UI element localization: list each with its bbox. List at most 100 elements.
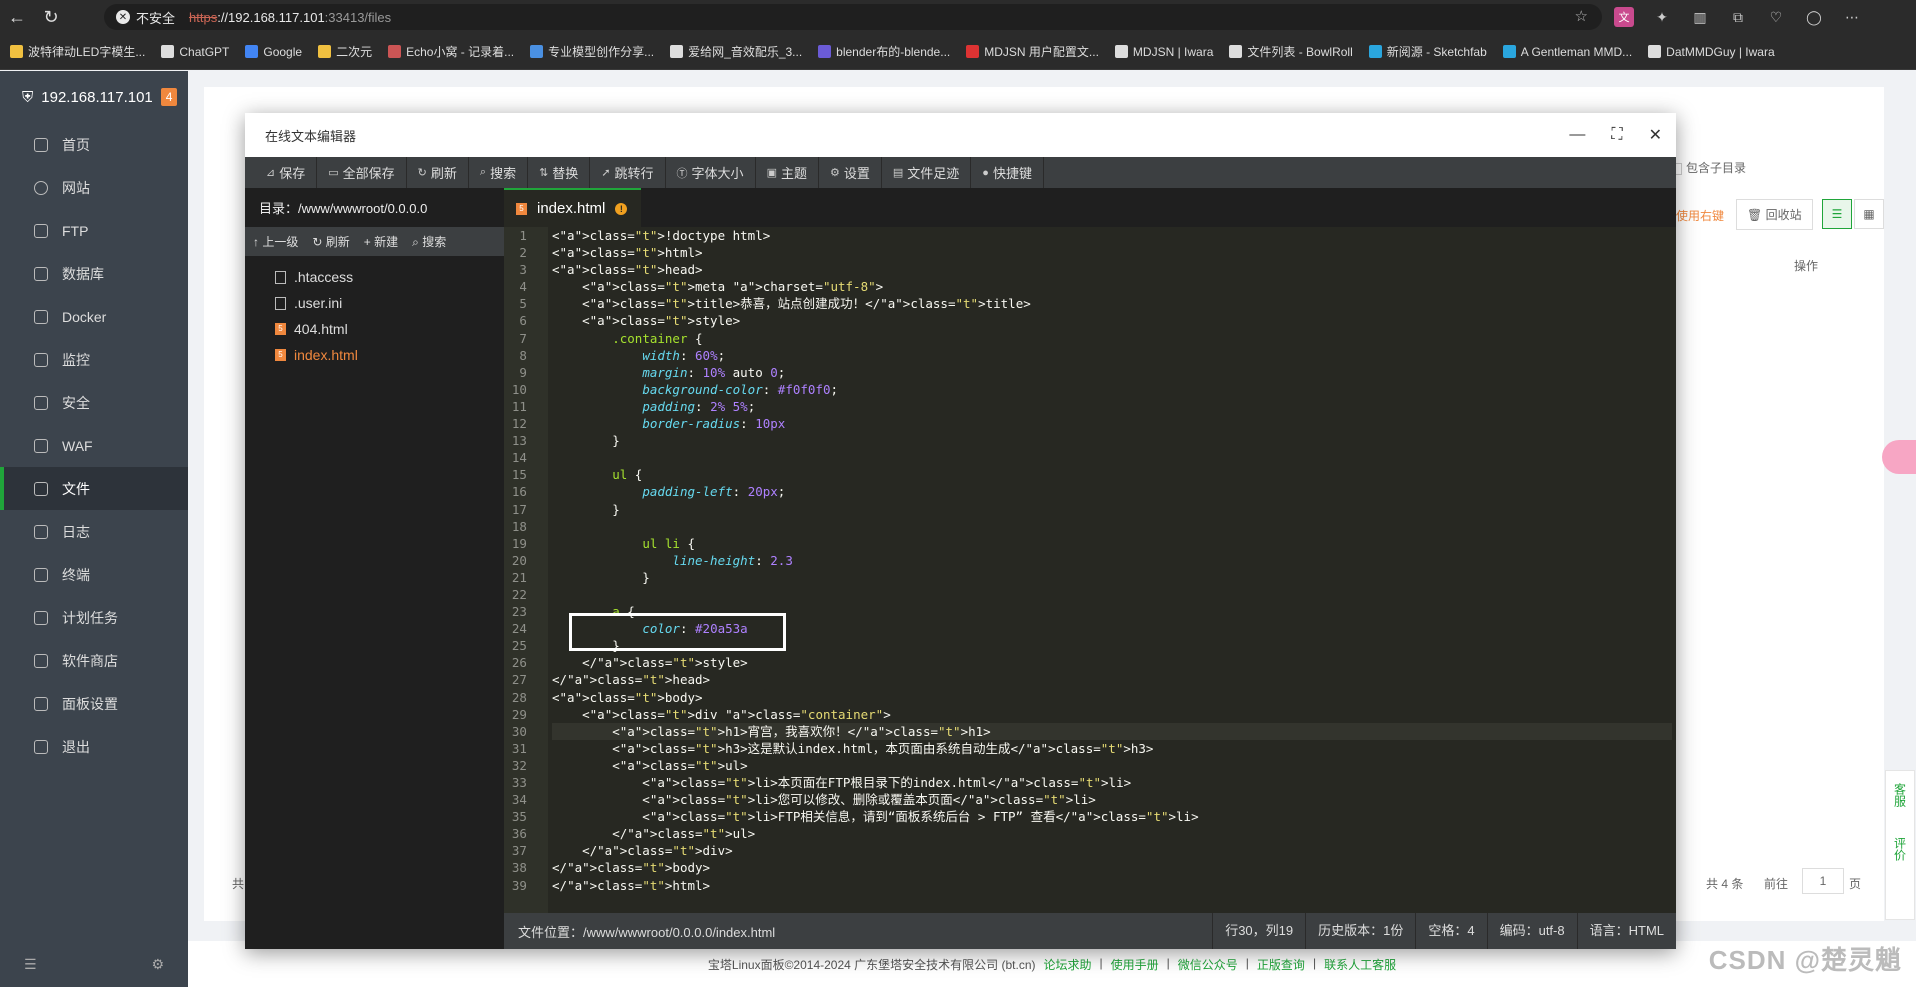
bookmark-item[interactable]: 文件列表 - BowlRoll — [1229, 43, 1353, 60]
code-line[interactable]: </"a">class="t">ul> — [552, 825, 1672, 842]
code-editor[interactable]: 1 2 3 4 5 6 7 8 9 10 11 12 13 14 15 16 1… — [504, 227, 1676, 913]
code-line[interactable]: } — [552, 569, 1672, 586]
code-line[interactable]: color: #20a53a — [552, 620, 1672, 637]
code-line[interactable]: background-color: #f0f0f0; — [552, 381, 1672, 398]
code-line[interactable]: line-height: 2.3 — [552, 552, 1672, 569]
sidebar-item-logs[interactable]: 日志 — [0, 510, 188, 553]
grid-view-icon[interactable]: ▦ — [1854, 199, 1884, 229]
unsaved-indicator-icon[interactable]: ! — [615, 202, 628, 215]
security-warning[interactable]: ✕ 不安全 — [116, 8, 175, 27]
bookmark-item[interactable]: A Gentleman MMD... — [1502, 45, 1632, 59]
toolbar-shortcuts-button[interactable]: ● 快捷键 — [971, 157, 1044, 188]
code-line[interactable]: } — [552, 432, 1672, 449]
code-line[interactable]: ul li { — [552, 535, 1672, 552]
minimize-icon[interactable]: — — [1569, 126, 1585, 144]
footer-link[interactable]: 正版查询 — [1257, 956, 1305, 973]
toolbar-goto-line-button[interactable]: ➚ 跳转行 — [590, 157, 666, 188]
code-line[interactable] — [552, 518, 1672, 535]
code-line[interactable]: <"a">class="t">li>本页面在FTP根目录下的index.html… — [552, 774, 1672, 791]
page-input[interactable]: 1 — [1802, 868, 1844, 894]
bookmark-item[interactable]: DatMMDGuy | Iwara — [1648, 45, 1775, 59]
bookmark-item[interactable]: MDJSN 用户配置文... — [966, 43, 1099, 60]
bookmark-item[interactable]: Echo小窝 - 记录着... — [388, 43, 514, 60]
code-line[interactable]: padding-left: 20px; — [552, 483, 1672, 500]
code-line[interactable]: <"a">class="t">body> — [552, 689, 1672, 706]
bookmark-item[interactable]: MDJSN | Iwara — [1114, 45, 1213, 59]
code-line[interactable]: margin: 10% auto 0; — [552, 364, 1672, 381]
toolbar-replace-button[interactable]: ⇅ 替换 — [528, 157, 591, 188]
collapse-menu-icon[interactable]: ☰ — [24, 956, 37, 973]
code-line[interactable]: <"a">class="t">li>FTP相关信息，请到“面板系统后台 > FT… — [552, 808, 1672, 825]
rate-link[interactable]: 评价 — [1892, 837, 1909, 861]
language-setting[interactable]: 语言：HTML — [1576, 913, 1676, 949]
back-icon[interactable]: ← — [0, 0, 34, 34]
code-line[interactable]: <"a">class="t">h1>宵宫，我喜欢你！</"a">class="t… — [552, 722, 1672, 740]
file-item[interactable]: .user.ini — [245, 290, 504, 316]
code-line[interactable]: <"a">class="t">!doctype html> — [552, 227, 1672, 244]
bookmark-item[interactable]: 专业模型创作分享... — [530, 43, 654, 60]
dir-new-button[interactable]: + 新建 — [364, 233, 398, 250]
sidebar-item-panel-settings[interactable]: 面板设置 — [0, 682, 188, 725]
maximize-icon[interactable]: ⛶ — [1611, 126, 1622, 144]
code-line[interactable]: <"a">class="t">meta "a">charset="utf-8"> — [552, 278, 1672, 295]
code-line[interactable]: <"a">class="t">h3>这是默认index.html，本页面由系统自… — [552, 740, 1672, 757]
code-line[interactable]: a { — [552, 603, 1672, 620]
bookmark-star-icon[interactable]: ☆ — [1575, 7, 1588, 25]
reload-icon[interactable]: ↻ — [34, 0, 68, 34]
code-line[interactable]: } — [552, 637, 1672, 654]
footer-link[interactable]: 联系人工客服 — [1324, 956, 1396, 973]
collections-icon[interactable]: ⧉ — [1728, 7, 1748, 27]
dir-search-button[interactable]: ⌕ 搜索 — [412, 233, 446, 250]
code-line[interactable]: </"a">class="t">style> — [552, 654, 1672, 671]
sidebar-item-cron[interactable]: 计划任务 — [0, 596, 188, 639]
sidebar-item-monitor[interactable]: 监控 — [0, 338, 188, 381]
code-line[interactable]: <"a">class="t">head> — [552, 261, 1672, 278]
toolbar-theme-button[interactable]: ▣ 主题 — [756, 157, 819, 188]
code-line[interactable] — [552, 586, 1672, 603]
toolbar-search-button[interactable]: ⌕ 搜索 — [469, 157, 529, 188]
assistant-bubble[interactable] — [1882, 440, 1916, 474]
recycle-bin-button[interactable]: 🗑 回收站 — [1736, 199, 1813, 230]
include-subdir-checkbox[interactable]: 包含子目录 — [1670, 159, 1746, 176]
sidebar-item-ftp[interactable]: FTP — [0, 209, 188, 252]
code-line[interactable]: padding: 2% 5%; — [552, 398, 1672, 415]
bookmark-item[interactable]: 二次元 — [318, 43, 372, 60]
code-lines[interactable]: <"a">class="t">!doctype html> <"a">class=… — [552, 227, 1672, 894]
performance-icon[interactable]: ♡ — [1766, 7, 1786, 27]
code-line[interactable]: <"a">class="t">li>您可以修改、删除或覆盖本页面</"a">cl… — [552, 791, 1672, 808]
footer-link[interactable]: 微信公众号 — [1178, 956, 1238, 973]
file-item[interactable]: .htaccess — [245, 264, 504, 290]
tab-index-html[interactable]: 5 index.html ! — [504, 188, 642, 227]
sidebar-item-database[interactable]: 数据库 — [0, 252, 188, 295]
close-icon[interactable]: ✕ — [1649, 125, 1662, 145]
toolbar-font-size-button[interactable]: Ⓣ 字体大小 — [666, 157, 756, 188]
code-line[interactable]: <"a">class="t">html> — [552, 244, 1672, 261]
code-line[interactable]: <"a">class="t">title>恭喜，站点创建成功！</"a">cla… — [552, 295, 1672, 312]
code-line[interactable]: </"a">class="t">body> — [552, 859, 1672, 876]
footer-link[interactable]: 论坛求助 — [1044, 956, 1092, 973]
indent-setting[interactable]: 空格：4 — [1415, 913, 1486, 949]
dir-refresh-button[interactable]: ↻ 刷新 — [312, 233, 349, 250]
bookmark-item[interactable]: ChatGPT — [161, 45, 229, 59]
server-header[interactable]: ⛨ 192.168.117.101 4 — [0, 71, 188, 123]
toolbar-refresh-button[interactable]: ↻ 刷新 — [407, 157, 469, 188]
bookmark-item[interactable]: 波特律动LED字模生... — [10, 43, 145, 60]
code-line[interactable]: <"a">class="t">ul> — [552, 757, 1672, 774]
code-line[interactable]: border-radius: 10px — [552, 415, 1672, 432]
sidebar-item-website[interactable]: 网站 — [0, 166, 188, 209]
bookmark-item[interactable]: Google — [245, 45, 302, 59]
toolbar-save-button[interactable]: ⊿ 保存 — [255, 157, 318, 188]
settings-gear-icon[interactable]: ⚙ — [151, 956, 164, 973]
footer-link[interactable]: 使用手册 — [1111, 956, 1159, 973]
history-versions[interactable]: 历史版本：1份 — [1305, 913, 1415, 949]
code-line[interactable]: </"a">class="t">head> — [552, 671, 1672, 688]
file-item[interactable]: 5 index.html — [245, 342, 504, 368]
sidebar-item-app-store[interactable]: 软件商店 — [0, 639, 188, 682]
code-line[interactable]: <"a">class="t">style> — [552, 312, 1672, 329]
code-line[interactable] — [552, 449, 1672, 466]
encoding-setting[interactable]: 编码：utf-8 — [1486, 913, 1577, 949]
menu-icon[interactable]: ⋯ — [1842, 7, 1862, 27]
sidebar-item-logout[interactable]: 退出 — [0, 725, 188, 768]
toolbar-save-all-button[interactable]: ▭ 全部保存 — [317, 157, 407, 188]
code-line[interactable]: </"a">class="t">html> — [552, 877, 1672, 894]
